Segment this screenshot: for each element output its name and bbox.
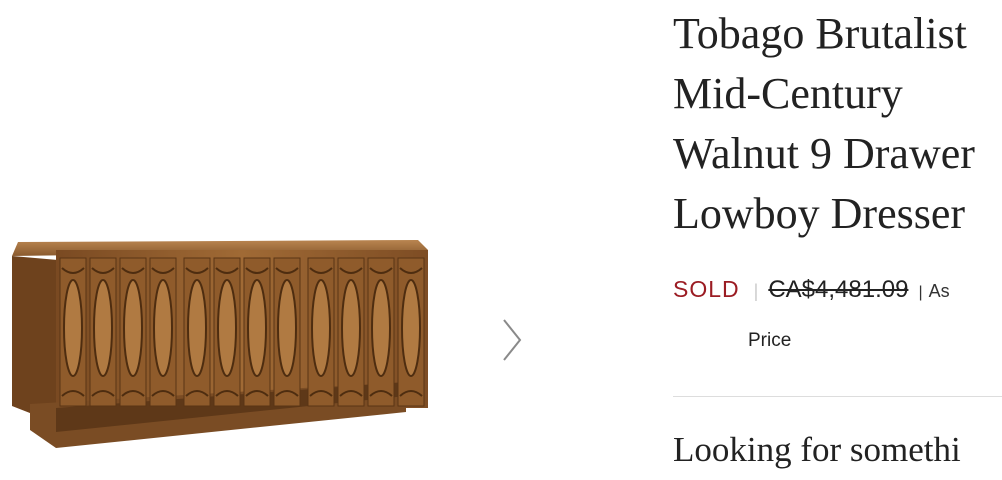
product-image[interactable] [8, 236, 436, 452]
price-row: SOLD | CA$4,481.09 | As [673, 276, 950, 304]
product-image-gallery [0, 0, 560, 480]
product-title: Tobago Brutalist Mid-Century Walnut 9 Dr… [673, 9, 975, 238]
next-image-button[interactable] [492, 312, 532, 368]
price-note-separator: | [918, 284, 923, 301]
chevron-right-icon [503, 319, 522, 361]
price-separator: | [753, 281, 759, 301]
price-note: As [928, 281, 950, 301]
price-label: Price [748, 330, 792, 351]
original-price: CA$4,481.09 [768, 276, 909, 303]
divider [673, 396, 1002, 397]
looking-for-heading: Looking for somethi [673, 430, 961, 469]
product-info: Tobago Brutalist Mid-Century Walnut 9 Dr… [673, 0, 1002, 480]
sold-status: SOLD [673, 276, 740, 302]
